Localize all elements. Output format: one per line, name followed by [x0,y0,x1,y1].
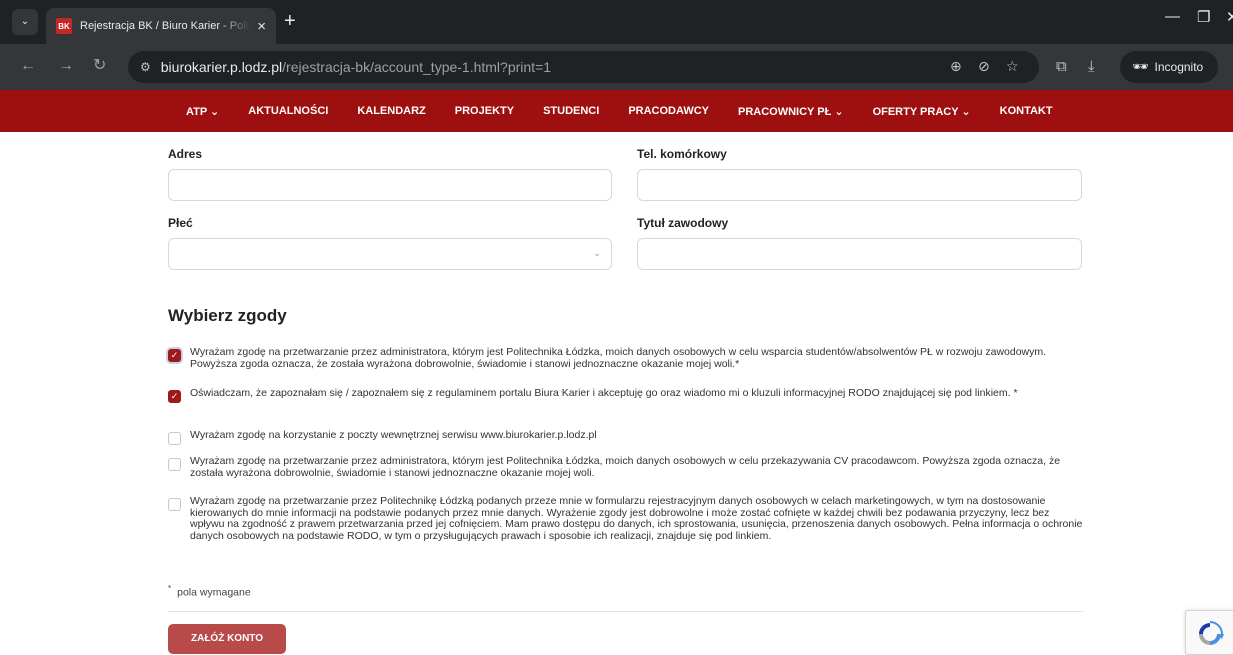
consents-title: Wybierz zgody [168,306,287,325]
zoom-icon[interactable]: ⊕ [950,58,962,75]
consent-item: Wyrażam zgodę na przetwarzanie przez Pol… [168,495,1083,542]
recaptcha-badge[interactable] [1185,610,1233,655]
extensions-icon[interactable]: ⧉ [1056,57,1067,77]
consent-checkbox-5[interactable] [168,498,181,511]
tab-title: Rejestracja BK / Biuro Karier - Politech… [80,20,252,32]
eye-off-icon[interactable]: ⊘ [978,58,990,75]
adres-label: Adres [168,147,203,161]
plec-label: Płeć [168,216,193,230]
tel-label: Tel. komórkowy [637,147,727,161]
consent-text: Wyrażam zgodę na przetwarzanie przez adm… [190,346,1047,370]
form-divider [168,611,1083,612]
plec-select[interactable]: ⌄ [168,238,612,270]
tytul-label: Tytuł zawodowy [637,216,729,230]
bookmark-star-icon[interactable]: ☆ [1006,58,1019,75]
nav-item-kalendarz[interactable]: KALENDARZ [357,105,425,117]
nav-item-pracownicy[interactable]: PRACOWNICY PŁ ⌄ [738,105,844,118]
consent-text: Wyrażam zgodę na przetwarzanie przez Pol… [190,495,1083,542]
tab-close-icon[interactable]: × [257,18,266,35]
incognito-badge[interactable]: 🕶 Incognito [1120,51,1218,83]
consent-checkbox-3[interactable] [168,432,181,445]
nav-item-aktualnosci[interactable]: AKTUALNOŚCI [248,105,328,117]
nav-item-oferty[interactable]: OFERTY PRACY ⌄ [873,105,971,118]
consent-text: Oświadczam, że zapoznałam się / zapoznał… [190,387,1018,399]
consent-item: ✓ Oświadczam, że zapoznałam się / zapozn… [168,387,1083,403]
minimize-icon[interactable]: — [1165,8,1180,25]
tab-search-icon[interactable]: ⌄ [12,9,38,35]
required-note-text: pola wymagane [177,586,251,599]
nav-item-kontakt[interactable]: KONTAKT [1000,105,1053,117]
download-icon[interactable]: ⤓ [1088,57,1095,77]
site-navbar: ATP ⌄ AKTUALNOŚCI KALENDARZ PROJEKTY STU… [0,90,1233,132]
consent-text: Wyrażam zgodę na przetwarzanie przez adm… [190,455,1061,479]
create-account-button[interactable]: ZAŁÓŻ KONTO [168,624,286,654]
consent-item: Wyrażam zgodę na korzystanie z poczty we… [168,429,1083,445]
consent-checkbox-4[interactable] [168,458,181,471]
browser-tabstrip: ⌄ BK Rejestracja BK / Biuro Karier - Pol… [0,0,1233,44]
site-info-icon[interactable]: ⚙ [140,60,151,74]
chevron-down-icon: ⌄ [593,248,601,258]
required-fields-note: * pola wymagane [168,584,251,599]
back-icon[interactable]: ← [20,56,36,76]
consent-checkbox-2[interactable]: ✓ [168,390,181,403]
adres-input[interactable] [168,169,612,201]
reload-icon[interactable]: ↻ [93,56,106,76]
nav-item-atp[interactable]: ATP ⌄ [186,105,219,118]
url-text: biurokarier.p.lodz.pl/rejestracja-bk/acc… [160,59,552,75]
consent-checkbox-1[interactable]: ✓ [168,349,181,362]
incognito-label: Incognito [1154,60,1204,74]
site-favicon-icon: BK [56,18,72,34]
consent-item: Wyrażam zgodę na przetwarzanie przez adm… [168,455,1083,479]
address-bar[interactable]: ⚙ biurokarier.p.lodz.pl/rejestracja-bk/a… [128,51,1039,83]
incognito-icon: 🕶 [1132,59,1149,74]
browser-tab[interactable]: BK Rejestracja BK / Biuro Karier - Polit… [46,8,276,44]
forward-icon[interactable]: → [58,56,74,76]
nav-item-projekty[interactable]: PROJEKTY [455,105,514,117]
nav-item-pracodawcy[interactable]: PRACODAWCY [628,105,709,117]
recaptcha-icon [1199,621,1224,645]
new-tab-icon[interactable]: + [284,9,296,33]
tytul-input[interactable] [637,238,1082,270]
restore-icon[interactable]: ❐ [1197,8,1210,26]
browser-toolbar: ← → ↻ ⚙ biurokarier.p.lodz.pl/rejestracj… [0,44,1233,90]
consent-text: Wyrażam zgodę na korzystanie z poczty we… [190,429,597,441]
nav-item-studenci[interactable]: STUDENCI [543,105,599,117]
consent-item: ✓ Wyrażam zgodę na przetwarzanie przez a… [168,346,1083,370]
tel-input[interactable] [637,169,1082,201]
required-star: * [168,584,172,593]
close-window-icon[interactable]: ✕ [1226,8,1233,26]
